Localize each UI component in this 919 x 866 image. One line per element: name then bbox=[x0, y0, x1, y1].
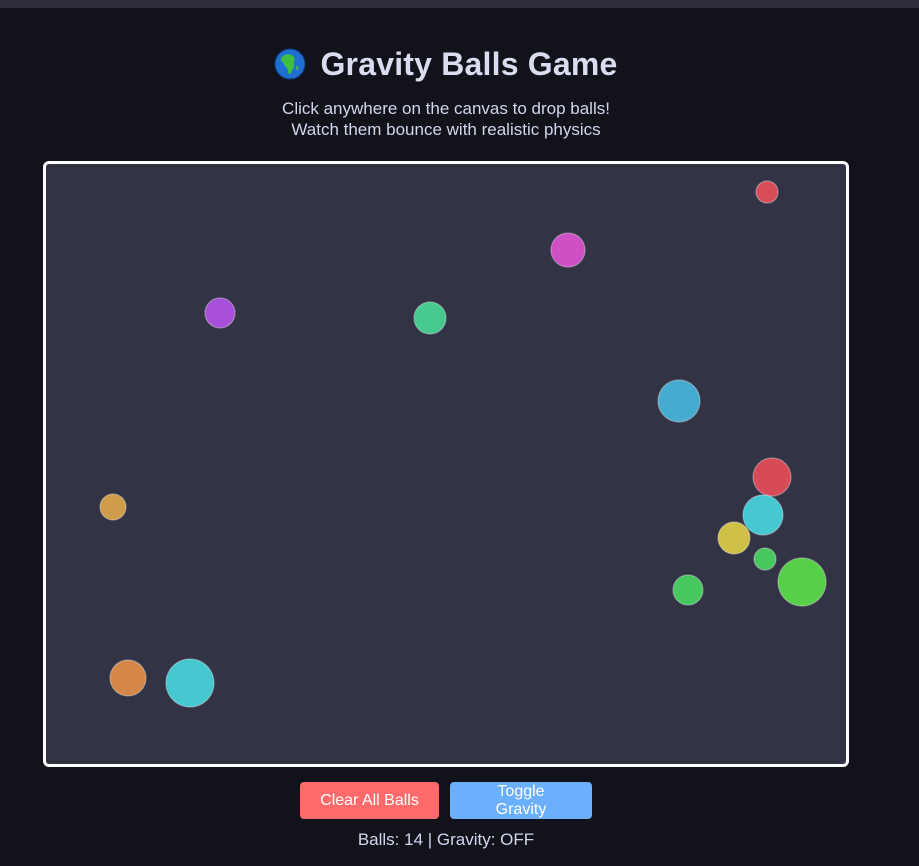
ball bbox=[755, 180, 779, 204]
ball bbox=[752, 457, 792, 497]
ball bbox=[550, 232, 586, 268]
ball bbox=[777, 557, 827, 607]
controls: Clear All Balls Toggle Gravity bbox=[0, 782, 892, 819]
ball bbox=[753, 547, 777, 571]
subtitle-line-1: Click anywhere on the canvas to drop bal… bbox=[282, 99, 610, 118]
ball bbox=[672, 574, 704, 606]
game-canvas[interactable] bbox=[43, 161, 849, 767]
globe-africa-icon bbox=[274, 48, 306, 80]
subtitle: Click anywhere on the canvas to drop bal… bbox=[0, 98, 892, 140]
toggle-gravity-button[interactable]: Toggle Gravity bbox=[450, 782, 592, 819]
ball bbox=[99, 493, 127, 521]
ball bbox=[657, 379, 701, 423]
ball bbox=[413, 301, 447, 335]
title-row: Gravity Balls Game bbox=[0, 40, 892, 88]
ball bbox=[165, 658, 215, 708]
status-text: Balls: 14 | Gravity: OFF bbox=[357, 830, 535, 849]
page-title: Gravity Balls Game bbox=[320, 45, 618, 82]
clear-all-balls-button[interactable]: Clear All Balls bbox=[300, 782, 439, 819]
ball-layer[interactable] bbox=[46, 164, 846, 764]
header: Gravity Balls Game Click anywhere on the… bbox=[0, 40, 892, 140]
subtitle-line-2: Watch them bounce with realistic physics bbox=[291, 120, 601, 139]
ball bbox=[717, 521, 751, 555]
ball bbox=[204, 297, 236, 329]
top-bar bbox=[0, 0, 919, 8]
ball bbox=[109, 659, 147, 697]
ball bbox=[742, 494, 784, 536]
